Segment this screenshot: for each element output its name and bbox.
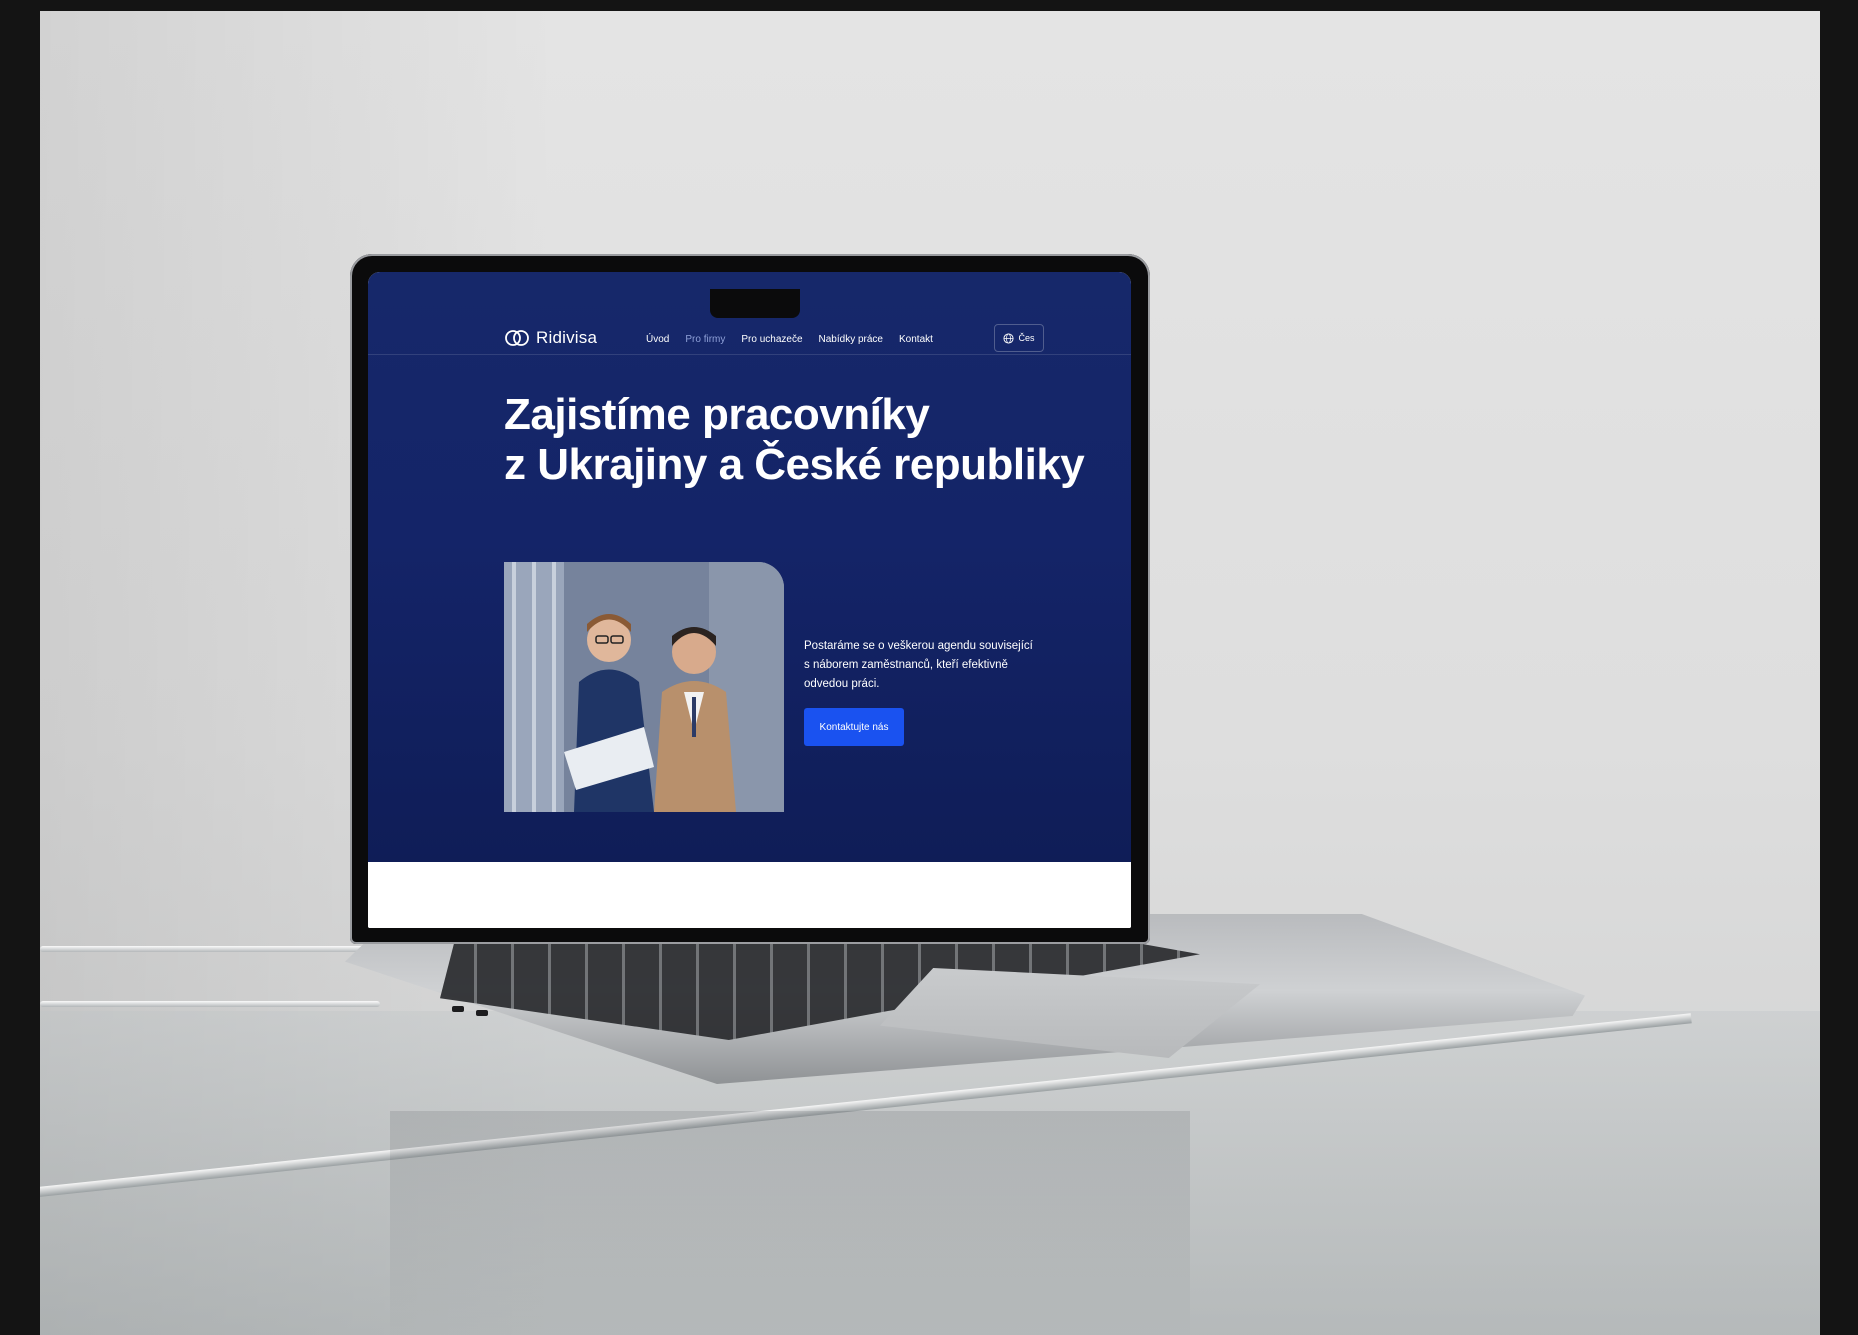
laptop-screen: Ridivisa Úvod Pro firmy Pro uchazeče Nab… (368, 272, 1131, 928)
globe-icon (1003, 332, 1015, 344)
nav-item-pro-uchazece[interactable]: Pro uchazeče (741, 334, 802, 345)
website-hero: Ridivisa Úvod Pro firmy Pro uchazeče Nab… (368, 272, 1131, 862)
language-switcher[interactable]: Čes (994, 324, 1044, 352)
usb-c-port (476, 1010, 488, 1016)
nav-item-pro-firmy[interactable]: Pro firmy (685, 334, 725, 345)
brand-logo[interactable]: Ridivisa (504, 328, 597, 348)
header-divider (368, 354, 1131, 355)
camera-notch (710, 289, 800, 318)
language-label: Čes (1018, 333, 1035, 343)
laptop-reflection (390, 1111, 1190, 1335)
main-nav: Úvod Pro firmy Pro uchazeče Nabídky prác… (646, 334, 933, 345)
hero-description: Postaráme se o veškerou agendu souvisejí… (804, 640, 1033, 690)
hero-headline: Zajistíme pracovníky z Ukrajiny a České … (504, 390, 1104, 490)
contact-us-button[interactable]: Kontaktujte nás (804, 708, 904, 746)
glass-rail-2 (40, 1001, 380, 1007)
nav-item-kontakt[interactable]: Kontakt (899, 334, 933, 345)
hero-headline-line-2: z Ukrajiny a České republiky (504, 440, 1085, 489)
glass-rail-1 (40, 946, 380, 952)
nav-item-uvod[interactable]: Úvod (646, 334, 669, 345)
nav-item-nabidky-prace[interactable]: Nabídky práce (819, 334, 883, 345)
next-section (368, 862, 1131, 928)
brand-name: Ridivisa (536, 328, 598, 347)
usb-c-port (452, 1006, 464, 1012)
hero-photo (504, 562, 784, 812)
rings-logo-icon (505, 330, 529, 346)
hero-headline-line-1: Zajistíme pracovníky (504, 390, 930, 439)
business-people-photo (504, 562, 784, 812)
